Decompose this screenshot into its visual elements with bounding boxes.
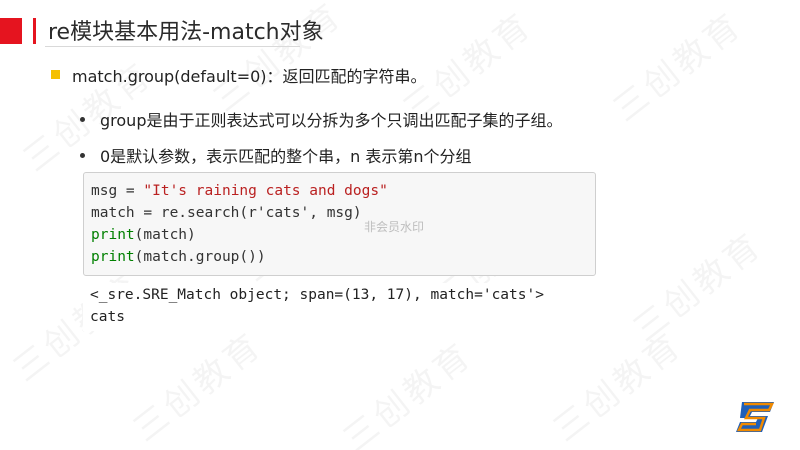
bullet-dot-icon: [80, 117, 85, 122]
code-keyword: print: [91, 227, 135, 243]
brand-watermark: 三创教育: [331, 328, 481, 450]
brand-watermark: 三创教育: [601, 0, 751, 131]
title-underline: [45, 46, 300, 47]
code-text: (match): [134, 227, 196, 243]
code-line-3: print(match): [91, 227, 196, 243]
code-line-2: match = re.search(r'cats', msg): [91, 205, 362, 221]
code-string: "It's raining cats and dogs": [143, 183, 388, 199]
sanchuang-logo-icon: [736, 402, 775, 432]
sub-point-1: group是由于正则表达式可以分拆为多个只调出匹配子集的子组。: [100, 111, 563, 130]
code-block: msg = "It's raining cats and dogs" match…: [83, 172, 596, 276]
code-keyword: print: [91, 249, 135, 265]
header-accent-block: [0, 18, 22, 44]
output-block: <_sre.SRE_Match object; span=(13, 17), m…: [83, 283, 596, 331]
code-line-1: msg = "It's raining cats and dogs": [91, 183, 388, 199]
output-line-2: cats: [90, 309, 125, 325]
brand-watermark: 三创教育: [621, 218, 771, 350]
brand-watermark: 三创教育: [541, 318, 691, 450]
code-text: (match.group()): [134, 249, 266, 265]
brand-watermark: 三创教育: [121, 318, 271, 450]
header-accent-line: [33, 18, 36, 44]
slide-title: re模块基本用法-match对象: [48, 20, 324, 45]
bullet-dot-icon: [80, 153, 85, 158]
main-point: match.group(default=0)：返回匹配的字符串。: [72, 67, 427, 86]
output-line-1: <_sre.SRE_Match object; span=(13, 17), m…: [90, 287, 544, 303]
sub-point-2: 0是默认参数，表示匹配的整个串，n 表示第n个分组: [100, 147, 472, 166]
code-line-4: print(match.group()): [91, 249, 266, 265]
code-text: msg =: [91, 183, 144, 199]
bullet-square-icon: [51, 70, 60, 79]
member-watermark: 非会员水印: [364, 220, 425, 234]
